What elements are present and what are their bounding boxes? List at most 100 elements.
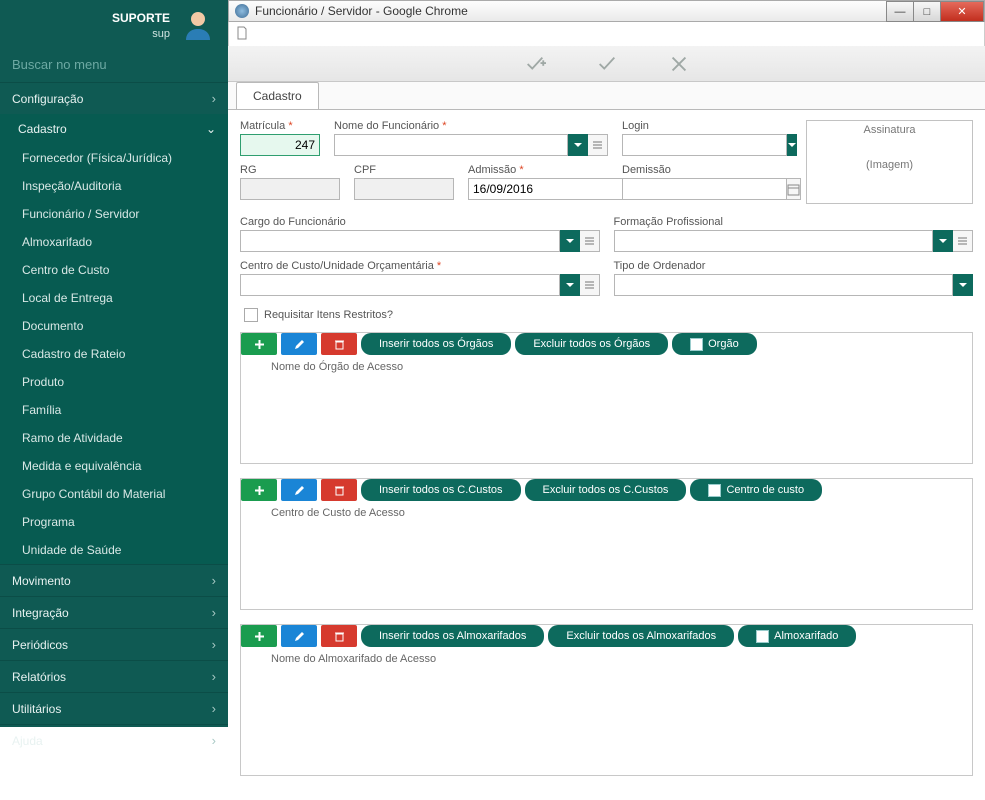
chevron-right-icon: › — [212, 637, 216, 652]
login-dropdown[interactable] — [787, 134, 797, 156]
almox-delete-all[interactable]: Excluir todos os Almoxarifados — [548, 625, 734, 647]
orgao-edit-button[interactable] — [281, 333, 317, 355]
assinatura-box[interactable]: Assinatura (Imagem) — [806, 120, 973, 204]
ccusto-body — [241, 519, 972, 609]
sidebar-item[interactable]: Local de Entrega — [0, 284, 228, 312]
sidebar-item[interactable]: Produto — [0, 368, 228, 396]
window-titlebar: Funcionário / Servidor - Google Chrome —… — [228, 0, 985, 22]
sidebar-item[interactable]: Ramo de Atividade — [0, 424, 228, 452]
formacao-list-icon[interactable] — [953, 230, 973, 252]
nome-label: Nome do Funcionário * — [334, 120, 608, 132]
menu-utilitarios[interactable]: Utilitários› — [0, 692, 228, 724]
app-icon — [235, 4, 249, 18]
almox-delete-button[interactable] — [321, 625, 357, 647]
nome-input[interactable] — [334, 134, 568, 156]
chevron-right-icon: › — [212, 605, 216, 620]
cargo-list-icon[interactable] — [580, 230, 600, 252]
cancel-button[interactable] — [668, 53, 690, 75]
admissao-label: Admissão * — [468, 164, 608, 176]
save-new-button[interactable] — [524, 53, 546, 75]
orgao-tag[interactable]: Orgão — [672, 333, 757, 355]
almox-body — [241, 665, 972, 775]
almox-sub: Nome do Almoxarifado de Acesso — [241, 647, 972, 665]
image-icon — [690, 338, 703, 351]
orgao-insert-all[interactable]: Inserir todos os Órgãos — [361, 333, 511, 355]
nome-dropdown[interactable] — [568, 134, 588, 156]
ccusto-tag[interactable]: Centro de custo — [690, 479, 822, 501]
ccusto-insert-all[interactable]: Inserir todos os C.Custos — [361, 479, 521, 501]
nome-list-icon[interactable] — [588, 134, 608, 156]
cargo-label: Cargo do Funcionário — [240, 216, 600, 228]
chevron-right-icon: › — [212, 573, 216, 588]
ccusto-add-button[interactable] — [241, 479, 277, 501]
formacao-input[interactable] — [614, 230, 934, 252]
save-button[interactable] — [596, 53, 618, 75]
ccusto-sub: Centro de Custo de Acesso — [241, 501, 972, 519]
sidebar-item[interactable]: Fornecedor (Física/Jurídica) — [0, 144, 228, 172]
almox-edit-button[interactable] — [281, 625, 317, 647]
cargo-dropdown[interactable] — [560, 230, 580, 252]
almox-tag[interactable]: Almoxarifado — [738, 625, 856, 647]
menu-cadastro[interactable]: Cadastro ⌄ — [0, 114, 228, 144]
demissao-input[interactable] — [622, 178, 787, 200]
sidebar-item[interactable]: Unidade de Saúde — [0, 536, 228, 564]
almox-insert-all[interactable]: Inserir todos os Almoxarifados — [361, 625, 544, 647]
requisitar-checkbox[interactable] — [244, 308, 258, 322]
tab-cadastro[interactable]: Cadastro — [236, 82, 319, 109]
sidebar-item[interactable]: Inspeção/Auditoria — [0, 172, 228, 200]
admissao-input[interactable] — [468, 178, 633, 200]
ccusto-delete-button[interactable] — [321, 479, 357, 501]
chevron-right-icon: › — [212, 91, 216, 106]
sidebar-item[interactable]: Cadastro de Rateio — [0, 340, 228, 368]
section-ccusto: Inserir todos os C.Custos Excluir todos … — [240, 478, 973, 610]
page-icon — [235, 26, 249, 43]
sidebar-item[interactable]: Almoxarifado — [0, 228, 228, 256]
centro-input[interactable] — [240, 274, 560, 296]
menu-integracao[interactable]: Integração› — [0, 596, 228, 628]
sidebar-item[interactable]: Medida e equivalência — [0, 452, 228, 480]
orgao-body — [241, 373, 972, 463]
assinatura-label: Assinatura — [807, 121, 972, 139]
chevron-right-icon: › — [212, 733, 216, 748]
sidebar-item[interactable]: Família — [0, 396, 228, 424]
demissao-calendar-icon[interactable] — [787, 178, 801, 200]
orgao-add-button[interactable] — [241, 333, 277, 355]
centro-list-icon[interactable] — [580, 274, 600, 296]
menu-relatorios[interactable]: Relatórios› — [0, 660, 228, 692]
centro-dropdown[interactable] — [560, 274, 580, 296]
cargo-input[interactable] — [240, 230, 560, 252]
matricula-input[interactable] — [240, 134, 320, 156]
rg-label: RG — [240, 164, 340, 176]
minimize-button[interactable]: — — [886, 1, 914, 22]
formacao-dropdown[interactable] — [933, 230, 953, 252]
menu-periodicos[interactable]: Periódicos› — [0, 628, 228, 660]
user-role: SUPORTE — [112, 11, 170, 25]
cpf-label: CPF — [354, 164, 454, 176]
sidebar-item[interactable]: Funcionário / Servidor — [0, 200, 228, 228]
login-input[interactable] — [622, 134, 787, 156]
sidebar-item[interactable]: Centro de Custo — [0, 256, 228, 284]
tipo-ord-dropdown[interactable] — [953, 274, 973, 296]
close-button[interactable]: ✕ — [940, 1, 984, 22]
tipo-ord-input[interactable] — [614, 274, 954, 296]
chevron-right-icon: › — [212, 669, 216, 684]
menu-ajuda[interactable]: Ajuda› — [0, 724, 228, 756]
chevron-right-icon: › — [212, 701, 216, 716]
orgao-delete-all[interactable]: Excluir todos os Órgãos — [515, 333, 668, 355]
login-label: Login — [622, 120, 792, 132]
cpf-input[interactable] — [354, 178, 454, 200]
menu-movimento[interactable]: Movimento› — [0, 564, 228, 596]
sidebar-item[interactable]: Grupo Contábil do Material — [0, 480, 228, 508]
menu-search[interactable]: Buscar no menu — [0, 47, 228, 82]
orgao-delete-button[interactable] — [321, 333, 357, 355]
maximize-button[interactable]: □ — [913, 1, 941, 22]
tipo-ord-label: Tipo de Ordenador — [614, 260, 974, 272]
section-orgao: Inserir todos os Órgãos Excluir todos os… — [240, 332, 973, 464]
ccusto-edit-button[interactable] — [281, 479, 317, 501]
sidebar-item[interactable]: Programa — [0, 508, 228, 536]
almox-add-button[interactable] — [241, 625, 277, 647]
sidebar-item[interactable]: Documento — [0, 312, 228, 340]
menu-configuracao[interactable]: Configuração › — [0, 82, 228, 114]
rg-input[interactable] — [240, 178, 340, 200]
ccusto-delete-all[interactable]: Excluir todos os C.Custos — [525, 479, 687, 501]
